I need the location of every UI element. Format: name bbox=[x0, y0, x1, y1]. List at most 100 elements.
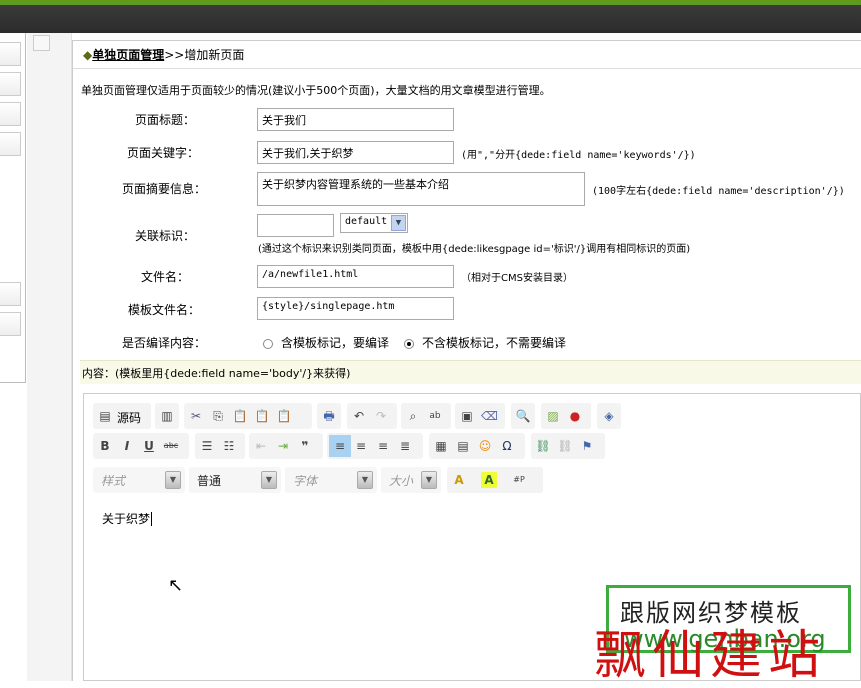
breadcrumb-section-link[interactable]: 单独页面管理 bbox=[92, 48, 164, 62]
breadcrumb: ◆单独页面管理>>增加新页面 bbox=[73, 41, 861, 69]
sidebar-item[interactable] bbox=[0, 132, 21, 156]
editor-content[interactable]: 关于织梦 bbox=[102, 510, 153, 527]
cut-icon[interactable]: ✂ bbox=[188, 408, 204, 424]
link-icon[interactable]: ⛓ bbox=[535, 438, 551, 454]
template-icon[interactable]: ▥ bbox=[159, 408, 175, 424]
copy-icon[interactable]: ⎘ bbox=[210, 408, 226, 424]
anchor-flag-icon[interactable]: ⚑ bbox=[579, 438, 595, 454]
diamond-icon: ◆ bbox=[83, 48, 93, 62]
background-color-icon[interactable]: A bbox=[481, 472, 497, 488]
paste-icon[interactable]: 📋 bbox=[232, 408, 248, 424]
text-color-icon[interactable]: A bbox=[451, 472, 467, 488]
breadcrumb-separator: >> bbox=[164, 48, 185, 62]
font-combo[interactable]: 字体 ▼ bbox=[285, 467, 377, 493]
text-cursor bbox=[151, 512, 153, 526]
sidebar-item[interactable] bbox=[0, 72, 21, 96]
align-center-icon[interactable]: ≡ bbox=[353, 438, 369, 454]
template-label: 模板文件名： bbox=[128, 303, 201, 317]
sidebar-item[interactable] bbox=[0, 282, 21, 306]
likeid-input[interactable] bbox=[257, 214, 334, 237]
chevron-down-icon: ▼ bbox=[391, 215, 406, 231]
radio-button-selected[interactable] bbox=[404, 338, 414, 349]
content-label-bar: 内容：(模板里用{dede:field name='body'/}来获得) bbox=[80, 360, 861, 384]
editor-body-text: 关于织梦 bbox=[102, 512, 151, 526]
outdent-icon[interactable]: ⇤ bbox=[253, 438, 269, 454]
ordered-list-icon[interactable]: ☰ bbox=[199, 438, 215, 454]
sidebar bbox=[0, 33, 26, 383]
image-icon[interactable]: ▨ bbox=[545, 408, 561, 424]
strikethrough-icon[interactable]: abc bbox=[163, 438, 179, 454]
page-break-icon[interactable]: #P bbox=[511, 472, 527, 488]
filename-hint: （相对于CMS安装目录） bbox=[461, 273, 573, 284]
paste-word-icon[interactable]: 📋 bbox=[276, 408, 292, 424]
select-all-icon[interactable]: ▣ bbox=[459, 408, 475, 424]
size-combo[interactable]: 大小 ▼ bbox=[381, 467, 441, 493]
chevron-down-icon: ▼ bbox=[165, 471, 181, 489]
maximize-icon[interactable]: ◈ bbox=[601, 408, 617, 424]
breadcrumb-current: 增加新页面 bbox=[184, 48, 245, 62]
italic-icon[interactable]: I bbox=[119, 438, 135, 454]
compile-option-1[interactable]: 不含模板标记，不需要编译 bbox=[404, 334, 566, 351]
compile-option-0[interactable]: 含模板标记，要编译 bbox=[263, 334, 389, 351]
format-combo[interactable]: 普通 ▼ bbox=[189, 467, 281, 493]
description-label: 页面摘要信息： bbox=[122, 182, 207, 196]
bold-icon[interactable]: B bbox=[97, 438, 113, 454]
compile-option-label: 不含模板标记，不需要编译 bbox=[422, 336, 567, 350]
style-combo[interactable]: 样式 ▼ bbox=[93, 467, 185, 493]
sidebar-item[interactable] bbox=[0, 42, 21, 66]
keywords-label: 页面关键字： bbox=[127, 146, 200, 160]
size-combo-value: 大小 bbox=[389, 474, 414, 488]
horizontal-rule-icon[interactable]: ▤ bbox=[455, 438, 471, 454]
format-combo-value: 普通 bbox=[197, 474, 222, 488]
sidebar-item[interactable] bbox=[0, 312, 21, 336]
chevron-down-icon: ▼ bbox=[261, 471, 277, 489]
unlink-icon[interactable]: ⛓ bbox=[557, 438, 573, 454]
preview-icon[interactable]: 🔍 bbox=[515, 408, 531, 424]
font-combo-value: 字体 bbox=[293, 474, 318, 488]
description-hint: (100字左右{dede:field name='description'/}) bbox=[592, 186, 845, 197]
likeid-hint: (通过这个标识来识别类同页面，模板中用{dede:likesgpage id='… bbox=[258, 244, 691, 255]
compile-label: 是否编译内容： bbox=[122, 336, 207, 350]
filename-input[interactable]: /a/newfile1.html bbox=[257, 265, 454, 288]
top-nav-bar bbox=[0, 5, 861, 33]
special-char-icon[interactable]: Ω bbox=[499, 438, 515, 454]
sidebar-splitter[interactable] bbox=[27, 33, 72, 681]
align-right-icon[interactable]: ≡ bbox=[375, 438, 391, 454]
compile-option-label: 含模板标记，要编译 bbox=[281, 336, 390, 350]
replace-icon[interactable]: ab bbox=[427, 408, 443, 424]
align-left-icon[interactable]: ≡ bbox=[329, 435, 351, 457]
justify-icon[interactable]: ≣ bbox=[397, 438, 413, 454]
smiley-icon[interactable]: ☺ bbox=[477, 438, 493, 454]
source-button[interactable]: ▤ 源码 bbox=[93, 403, 151, 429]
title-input[interactable]: 关于我们 bbox=[257, 108, 454, 131]
filename-label: 文件名： bbox=[141, 270, 190, 284]
template-input[interactable]: {style}/singlepage.htm bbox=[257, 297, 454, 320]
content-label: 内容：(模板里用{dede:field name='body'/}来获得) bbox=[82, 367, 351, 380]
radio-button[interactable] bbox=[263, 338, 273, 349]
mouse-cursor-icon: ↖ bbox=[168, 575, 184, 596]
indent-icon[interactable]: ⇥ bbox=[275, 438, 291, 454]
keywords-input[interactable]: 关于我们,关于织梦 bbox=[257, 141, 454, 164]
likeid-select-value: default bbox=[345, 216, 388, 227]
redo-icon[interactable]: ↷ bbox=[373, 408, 389, 424]
style-combo-value: 样式 bbox=[101, 474, 126, 488]
likeid-select[interactable]: default ▼ bbox=[340, 213, 408, 233]
sidebar-item[interactable] bbox=[0, 102, 21, 126]
paste-text-icon[interactable]: 📋 bbox=[254, 408, 270, 424]
keywords-hint: (用","分开{dede:field name='keywords'/}) bbox=[461, 150, 696, 161]
print-icon[interactable]: 🖶 bbox=[321, 408, 337, 424]
blockquote-icon[interactable]: ❞ bbox=[297, 438, 313, 454]
chevron-down-icon: ▼ bbox=[357, 471, 373, 489]
underline-icon[interactable]: U bbox=[141, 438, 157, 454]
eraser-icon[interactable]: ⌫ bbox=[481, 408, 498, 424]
description-textarea[interactable]: 关于织梦内容管理系统的一些基本介绍 bbox=[257, 172, 585, 206]
find-icon[interactable]: ⌕ bbox=[405, 408, 421, 424]
watermark-logo: 跟版网织梦模板 www.genban.org 飘仙建站 bbox=[594, 585, 851, 686]
flash-icon[interactable]: ● bbox=[567, 408, 583, 424]
title-label: 页面标题： bbox=[135, 113, 196, 127]
undo-icon[interactable]: ↶ bbox=[351, 408, 367, 424]
source-icon: ▤ bbox=[99, 409, 111, 423]
bullet-list-icon[interactable]: ☷ bbox=[221, 438, 237, 454]
table-icon[interactable]: ▦ bbox=[433, 438, 449, 454]
collapse-toggle[interactable] bbox=[33, 35, 50, 51]
